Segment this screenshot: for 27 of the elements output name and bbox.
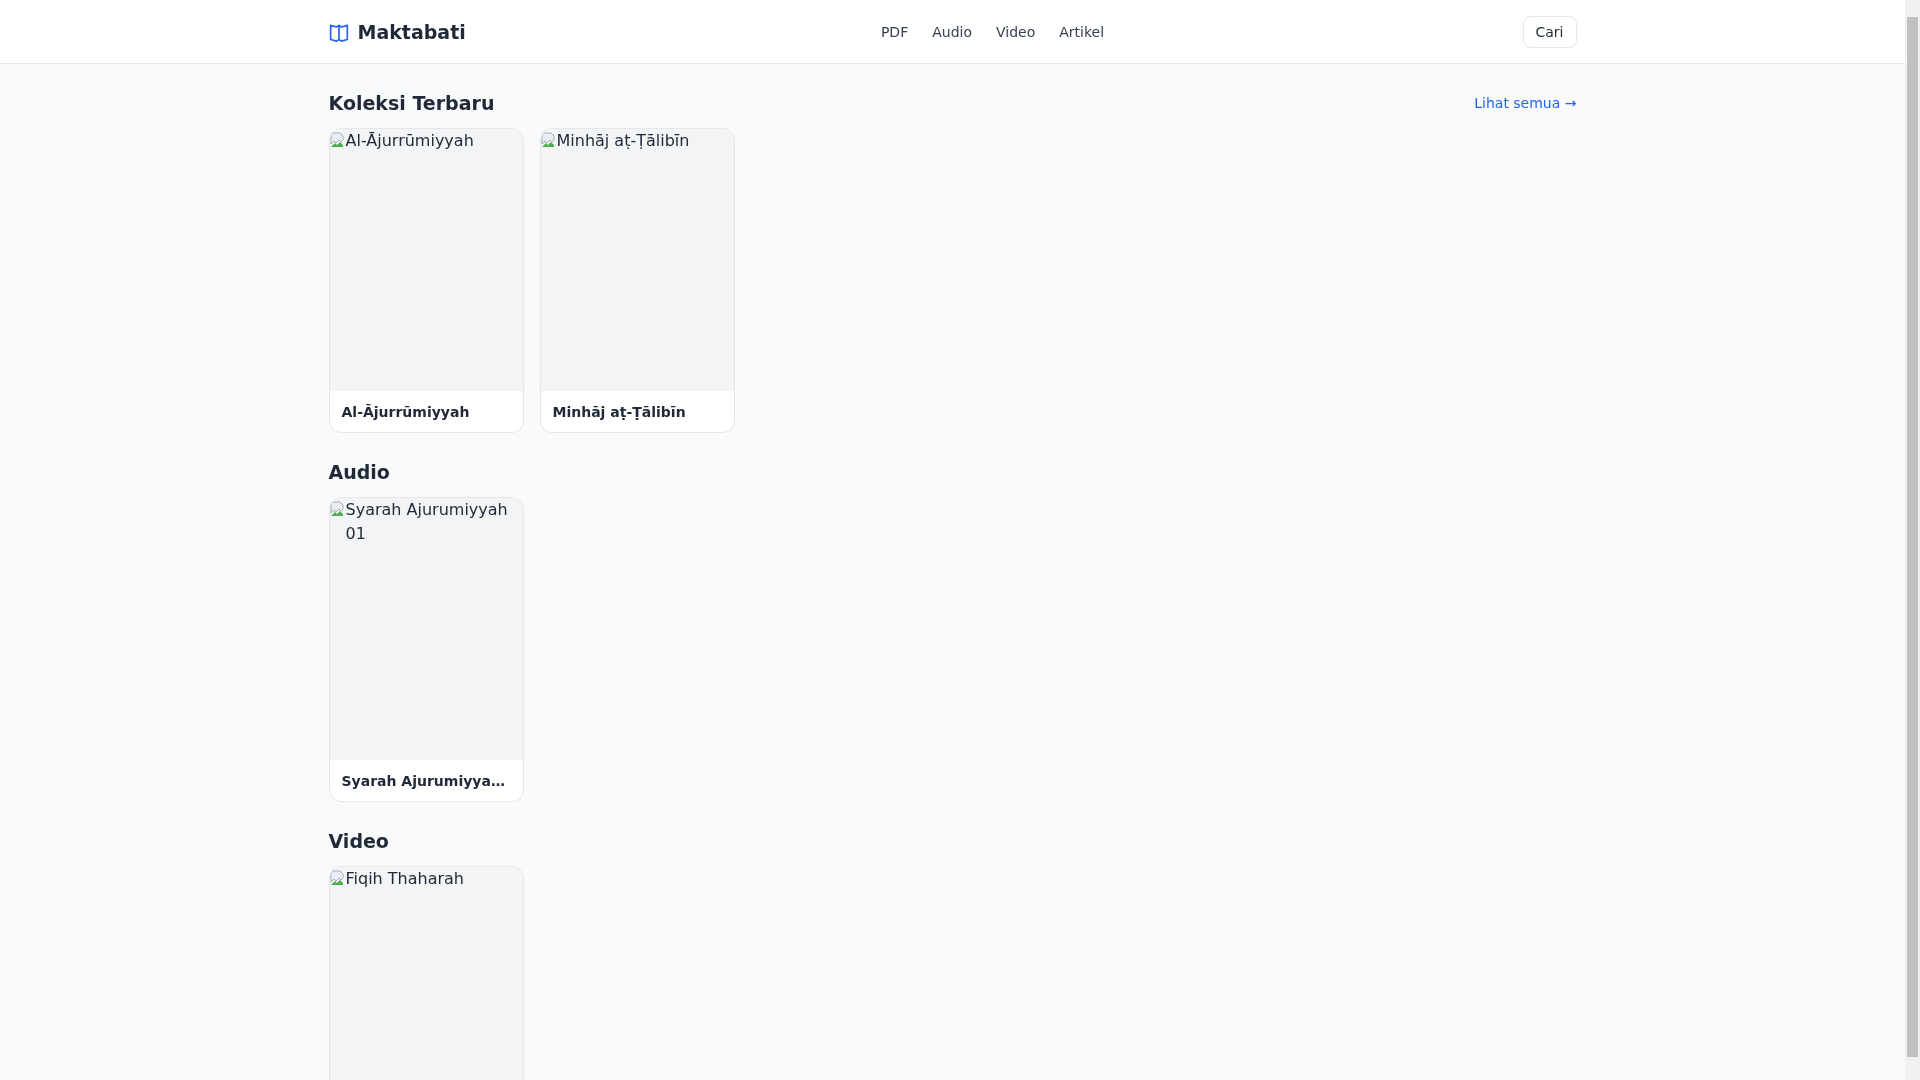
card-title: Minhāj aṭ-Ṭālibīn <box>551 403 687 422</box>
nav-link[interactable]: Audio <box>932 23 972 40</box>
card-title: Al-Ājurrūmiyyah <box>340 403 471 422</box>
image-alt-text: Fiqih Thaharah <box>345 868 464 890</box>
site-logo-text[interactable]: Maktabati <box>357 20 466 43</box>
scrollbar[interactable] <box>1905 0 1920 1080</box>
image-alt-text: Al-Ājurrūmiyyah <box>345 130 474 152</box>
image-alt-text: Minhāj aṭ-Ṭālibīn <box>556 130 690 152</box>
broken-image-icon <box>329 870 346 886</box>
content-card[interactable]: Syarah Ajurumiyyah 01 Syarah Ajurumiyya… <box>328 497 524 802</box>
open-book-icon <box>328 21 349 42</box>
section-title: Video <box>328 830 389 852</box>
section-title: Audio <box>328 461 390 483</box>
search-button[interactable]: Cari <box>1522 15 1577 48</box>
image-alt-text: Syarah Ajurumiyyah 01 <box>345 499 509 545</box>
card-title: Syarah Ajurumiyya… <box>340 772 506 791</box>
nav-link[interactable]: Artikel <box>1059 23 1105 40</box>
section-title: Koleksi Terbaru <box>328 92 495 114</box>
content-card[interactable]: Al-Ājurrūmiyyah Al-Ājurrūmiyyah <box>328 128 524 433</box>
see-all-link[interactable]: Lihat semua → <box>1474 95 1577 111</box>
nav-link[interactable]: PDF <box>880 23 909 40</box>
broken-image-icon <box>329 132 346 148</box>
nav-link[interactable]: Video <box>996 23 1036 40</box>
broken-image-icon <box>540 132 557 148</box>
content-card[interactable]: Minhāj aṭ-Ṭālibīn Minhāj aṭ-Ṭālibīn <box>539 128 735 433</box>
broken-image-icon <box>329 501 346 517</box>
content-card[interactable]: Fiqih Thaharah <box>328 866 524 1080</box>
